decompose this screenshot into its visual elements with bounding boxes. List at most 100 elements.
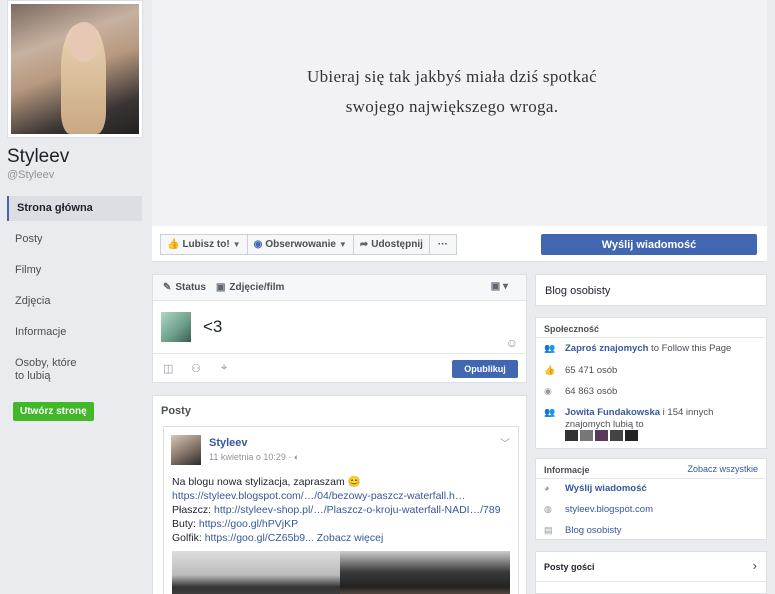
- avatar[interactable]: [625, 430, 638, 441]
- create-page-button[interactable]: Utwórz stronę: [13, 402, 94, 421]
- avatar: [161, 312, 191, 342]
- post-photo[interactable]: [172, 551, 340, 594]
- nav-item-videos[interactable]: Filmy: [7, 260, 142, 281]
- nav-item-photos[interactable]: Zdjęcia: [7, 291, 142, 312]
- avatar[interactable]: [565, 430, 578, 441]
- people-icon: 👥: [544, 407, 556, 417]
- instagram-icon[interactable]: ◫: [163, 362, 173, 375]
- post-line-label: Płaszcz:: [172, 504, 215, 516]
- guest-posts-title[interactable]: Posty gości: [544, 562, 595, 572]
- chevron-down-icon: ▼: [232, 240, 241, 249]
- post-author[interactable]: Styleev: [209, 437, 248, 449]
- community-card: Społeczność 👥 Zaproś znajomych to Follow…: [535, 317, 767, 449]
- category-link[interactable]: Blog osobisty: [565, 525, 622, 537]
- thumbs-up-icon: 👍: [167, 239, 180, 250]
- nav-item-home[interactable]: Strona główna: [7, 196, 142, 221]
- composer-body: <3: [161, 312, 222, 342]
- friend-thumbnails: [565, 430, 640, 441]
- see-more-link[interactable]: Zobacz więcej: [314, 532, 384, 544]
- info-card: Informacje Zobacz wszystkie ◕ Wyślij wia…: [535, 458, 767, 540]
- category-card: Blog osobisty: [535, 274, 767, 306]
- tab-photo-label: Zdjęcie/film: [229, 282, 285, 293]
- invite-row: 👥 Zaproś znajomych to Follow this Page: [544, 343, 732, 354]
- post-as-selector[interactable]: ▣ ▾: [491, 281, 508, 292]
- follow-button[interactable]: ◉ Obserwowanie ▼: [246, 234, 354, 255]
- post-photo[interactable]: [340, 551, 510, 594]
- emoji-icon[interactable]: ☺: [506, 336, 518, 350]
- location-icon[interactable]: ⌖: [221, 362, 227, 375]
- cover-quote-line2: swojego największego wroga.: [345, 97, 559, 116]
- post-line-label: Golfik:: [172, 532, 205, 544]
- community-title: Społeczność: [544, 324, 600, 334]
- tab-status[interactable]: ✎ Status: [163, 282, 206, 293]
- tab-status-label: Status: [175, 282, 206, 293]
- thumbs-up-icon: 👍: [544, 365, 556, 375]
- tag-people-icon[interactable]: ⚇: [191, 362, 201, 375]
- nav-item-likes[interactable]: Osoby, które to lubią: [7, 353, 87, 387]
- post-avatar[interactable]: [171, 435, 201, 465]
- invite-friends-link[interactable]: Zaproś znajomych: [565, 343, 648, 354]
- avatar[interactable]: [580, 430, 593, 441]
- like-label: Lubisz to!: [182, 239, 230, 250]
- nav-item-about[interactable]: Informacje: [7, 322, 142, 343]
- post-timestamp[interactable]: 11 kwietnia o 10:29 · ◐: [209, 452, 299, 462]
- action-buttons: 👍 Lubisz to! ▼ ◉ Obserwowanie ▼ ➦ Udostę…: [160, 234, 457, 255]
- cover-photo[interactable]: Ubieraj się tak jakbyś miała dziś spotka…: [152, 0, 767, 230]
- pencil-icon: ✎: [163, 282, 172, 293]
- profile-photo: [11, 4, 139, 134]
- likes-row: 👍 65 471 osób: [544, 365, 617, 377]
- guest-posts-card: Posty gości ›: [535, 551, 767, 594]
- send-message-button[interactable]: Wyślij wiadomość: [541, 234, 757, 255]
- avatar[interactable]: [595, 430, 608, 441]
- globe-icon: ◐: [293, 452, 300, 462]
- send-message-row: ◕ Wyślij wiadomość: [544, 483, 647, 495]
- messenger-icon: ◕: [544, 483, 550, 493]
- likes-count: 65 471 osób: [565, 365, 618, 376]
- nav-item-posts[interactable]: Posty: [7, 229, 142, 250]
- rss-icon: ◉: [544, 386, 552, 396]
- post-link[interactable]: https://styleev.blogspot.com/…/04/bezowy…: [172, 490, 465, 502]
- left-column: Styleev @Styleev Strona główna Posty Fil…: [0, 0, 150, 594]
- post-line-label: Buty:: [172, 518, 199, 530]
- follows-row: ◉ 64 863 osób: [544, 386, 617, 398]
- composer-footer: ◫ ⚇ ⌖ Opublikuj: [153, 353, 526, 382]
- cover-quote-line1: Ubieraj się tak jakbyś miała dziś spotka…: [307, 67, 597, 86]
- category-row: ▤ Blog osobisty: [544, 525, 622, 537]
- follows-count: 64 863 osób: [565, 386, 618, 397]
- post-link[interactable]: https://goo.gl/CZ65b9...: [205, 532, 314, 544]
- more-button[interactable]: ···: [428, 234, 457, 255]
- post-link[interactable]: http://styleev-shop.pl/…/Plaszcz-o-kroju…: [214, 504, 501, 516]
- cover-quote: Ubieraj się tak jakbyś miała dziś spotka…: [152, 62, 752, 122]
- avatar[interactable]: [610, 430, 623, 441]
- page-name[interactable]: Styleev: [7, 146, 69, 168]
- see-all-link[interactable]: Zobacz wszystkie: [687, 464, 758, 474]
- info-title: Informacje: [544, 465, 590, 475]
- globe-icon: ◍: [544, 504, 552, 514]
- page-nav: Strona główna Posty Filmy Zdjęcia Inform…: [7, 196, 142, 428]
- camera-icon: ▣: [215, 282, 226, 293]
- post-card: Styleev 11 kwietnia o 10:29 · ◐ ﹀ Na blo…: [163, 426, 519, 594]
- chevron-down-icon: ▼: [338, 240, 347, 249]
- follow-label: Obserwowanie: [265, 239, 336, 250]
- posts-title: Posty: [161, 405, 191, 417]
- post-composer: ✎ Status ▣ Zdjęcie/film ▣ ▾ <3 ☺ ◫ ⚇ ⌖ O…: [152, 274, 527, 383]
- publish-button[interactable]: Opublikuj: [452, 360, 518, 378]
- rss-icon: ◉: [253, 239, 263, 250]
- like-button[interactable]: 👍 Lubisz to! ▼: [160, 234, 248, 255]
- website-link[interactable]: styleev.blogspot.com: [565, 504, 653, 516]
- page-handle[interactable]: @Styleev: [7, 169, 54, 181]
- profile-picture[interactable]: [7, 0, 143, 138]
- share-icon: ➦: [359, 239, 369, 250]
- chevron-down-icon[interactable]: ﹀: [500, 435, 510, 450]
- chevron-right-icon[interactable]: ›: [753, 558, 757, 573]
- people-icon: 👥: [544, 343, 556, 353]
- tab-photo-video[interactable]: ▣ Zdjęcie/film: [216, 282, 284, 293]
- share-button[interactable]: ➦ Udostępnij: [352, 234, 430, 255]
- category-label[interactable]: Blog osobisty: [545, 285, 610, 297]
- send-message-link[interactable]: Wyślij wiadomość: [565, 483, 647, 494]
- friend-name-link[interactable]: Jowita Fundakowska: [565, 407, 660, 418]
- composer-tabs: ✎ Status ▣ Zdjęcie/film ▣ ▾: [153, 275, 526, 301]
- composer-input[interactable]: <3: [203, 317, 222, 337]
- post-link[interactable]: https://goo.gl/hPVjKP: [199, 518, 298, 530]
- category-icon: ▤: [544, 525, 553, 535]
